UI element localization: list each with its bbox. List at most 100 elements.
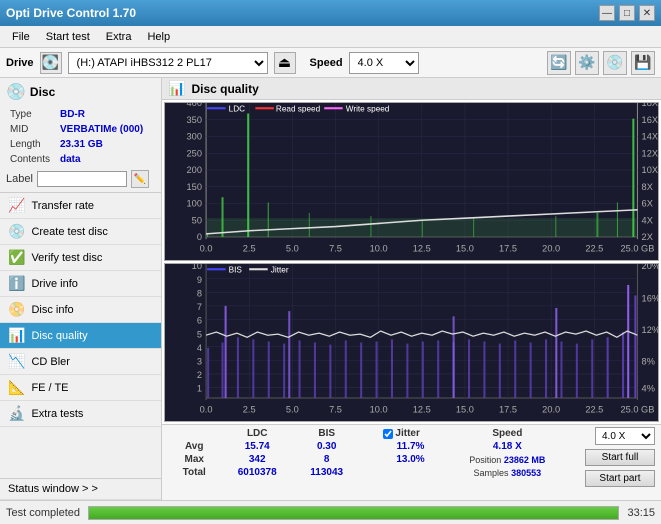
length-label: Length xyxy=(8,138,56,151)
speed-select[interactable]: 4.0 X xyxy=(349,52,419,74)
speed-label: Speed xyxy=(310,57,343,69)
svg-text:350: 350 xyxy=(187,115,202,125)
svg-text:22.5: 22.5 xyxy=(585,244,603,254)
sidebar-item-verify-test-disc[interactable]: ✅ Verify test disc xyxy=(0,245,161,271)
svg-text:15.0: 15.0 xyxy=(456,244,474,254)
col-header-ldc: LDC xyxy=(220,427,294,440)
svg-text:1: 1 xyxy=(197,384,202,394)
sidebar-item-create-test-disc[interactable]: 💿 Create test disc xyxy=(0,219,161,245)
svg-text:8%: 8% xyxy=(642,357,655,367)
eject-button[interactable]: ⏏ xyxy=(274,52,296,74)
stats-panel: LDC BIS Jitter Speed xyxy=(162,424,661,500)
svg-text:Read speed: Read speed xyxy=(276,103,321,113)
svg-text:7: 7 xyxy=(197,302,202,312)
jitter-checkbox[interactable] xyxy=(383,429,393,439)
svg-text:4X: 4X xyxy=(642,215,654,225)
save-icon[interactable]: 💾 xyxy=(631,51,655,75)
avg-bis: 0.30 xyxy=(294,440,359,453)
svg-text:20.0: 20.0 xyxy=(542,244,560,254)
burn-icon[interactable]: 💿 xyxy=(603,51,627,75)
total-bis: 113043 xyxy=(294,466,359,479)
svg-text:9: 9 xyxy=(197,275,202,285)
sidebar-item-disc-info[interactable]: 📀 Disc info xyxy=(0,297,161,323)
svg-text:6X: 6X xyxy=(642,199,654,209)
refresh-icon[interactable]: 🔄 xyxy=(547,51,571,75)
total-empty xyxy=(359,466,375,479)
avg-jitter: 11.7% xyxy=(375,440,445,453)
svg-text:17.5: 17.5 xyxy=(499,405,517,415)
avg-speed: 4.18 X xyxy=(446,440,569,453)
length-value: 23.31 GB xyxy=(58,138,153,151)
create-test-disc-icon: 💿 xyxy=(8,223,25,240)
extra-tests-label: Extra tests xyxy=(31,408,83,420)
svg-text:18X: 18X xyxy=(642,103,658,108)
svg-text:25.0 GB: 25.0 GB xyxy=(621,405,655,415)
menu-extra[interactable]: Extra xyxy=(98,29,140,45)
start-full-button[interactable]: Start full xyxy=(585,449,655,466)
svg-text:4%: 4% xyxy=(642,384,655,394)
type-label: Type xyxy=(8,108,56,121)
svg-text:22.5: 22.5 xyxy=(585,405,603,415)
sidebar-item-disc-quality[interactable]: 📊 Disc quality xyxy=(0,323,161,349)
sidebar-item-extra-tests[interactable]: 🔬 Extra tests xyxy=(0,401,161,427)
menu-file[interactable]: File xyxy=(4,29,38,45)
svg-text:5.0: 5.0 xyxy=(286,405,299,415)
toolbar-icons: 🔄 ⚙️ 💿 💾 xyxy=(547,51,655,75)
speed-dropdown[interactable]: 4.0 X xyxy=(595,427,655,445)
sidebar-item-transfer-rate[interactable]: 📈 Transfer rate xyxy=(0,193,161,219)
menu-start-test[interactable]: Start test xyxy=(38,29,98,45)
start-part-button[interactable]: Start part xyxy=(585,470,655,487)
sidebar-item-cd-bler[interactable]: 📉 CD Bler xyxy=(0,349,161,375)
svg-text:100: 100 xyxy=(187,199,202,209)
menu-help[interactable]: Help xyxy=(139,29,178,45)
label-input[interactable] xyxy=(37,171,127,187)
mid-label: MID xyxy=(8,123,56,136)
svg-text:8X: 8X xyxy=(642,182,654,192)
status-window-label: Status window > > xyxy=(8,483,98,495)
avg-empty xyxy=(359,440,375,453)
col-header-bis: BIS xyxy=(294,427,359,440)
svg-text:17.5: 17.5 xyxy=(499,244,517,254)
label-edit-button[interactable]: ✏️ xyxy=(131,170,149,188)
sidebar-item-drive-info[interactable]: ℹ️ Drive info xyxy=(0,271,161,297)
disc-properties: Type BD-R MID VERBATIMe (000) Length 23.… xyxy=(6,106,155,188)
svg-text:20.0: 20.0 xyxy=(542,405,560,415)
content-area: 📊 Disc quality xyxy=(162,78,661,500)
transfer-rate-icon: 📈 xyxy=(8,197,25,214)
svg-text:16X: 16X xyxy=(642,115,658,125)
contents-value: data xyxy=(58,153,153,166)
progress-bar-fill xyxy=(89,507,618,519)
progress-bar xyxy=(88,506,619,520)
svg-text:3: 3 xyxy=(197,357,202,367)
position-value: 23862 MB xyxy=(504,455,546,465)
maximize-button[interactable]: □ xyxy=(619,5,635,21)
svg-text:12%: 12% xyxy=(642,325,658,335)
col-header-jitter: Jitter xyxy=(375,427,445,440)
svg-text:7.5: 7.5 xyxy=(329,244,342,254)
contents-label: Contents xyxy=(8,153,56,166)
minimize-button[interactable]: — xyxy=(599,5,615,21)
cd-bler-label: CD Bler xyxy=(31,356,70,368)
status-window-button[interactable]: Status window > > xyxy=(0,479,161,500)
svg-text:200: 200 xyxy=(187,165,202,175)
svg-text:12.5: 12.5 xyxy=(413,405,431,415)
total-ldc: 6010378 xyxy=(220,466,294,479)
settings-icon[interactable]: ⚙️ xyxy=(575,51,599,75)
sidebar-item-fe-te[interactable]: 📐 FE / TE xyxy=(0,375,161,401)
svg-text:5.0: 5.0 xyxy=(286,244,299,254)
close-button[interactable]: ✕ xyxy=(639,5,655,21)
svg-text:14X: 14X xyxy=(642,132,658,142)
svg-text:8: 8 xyxy=(197,288,202,298)
svg-text:10.0: 10.0 xyxy=(370,244,388,254)
drive-select[interactable]: (H:) ATAPI iHBS312 2 PL17 xyxy=(68,52,268,74)
svg-text:15.0: 15.0 xyxy=(456,405,474,415)
avg-label: Avg xyxy=(168,440,220,453)
svg-text:2X: 2X xyxy=(642,232,654,242)
disc-quality-label: Disc quality xyxy=(31,330,87,342)
cd-bler-icon: 📉 xyxy=(8,353,25,370)
sidebar: 💿 Disc Type BD-R MID VERBATIMe (000) Len… xyxy=(0,78,162,500)
drive-info-icon: ℹ️ xyxy=(8,275,25,292)
col-separator xyxy=(359,427,375,440)
svg-text:0.0: 0.0 xyxy=(200,244,213,254)
max-bis: 8 xyxy=(294,453,359,466)
